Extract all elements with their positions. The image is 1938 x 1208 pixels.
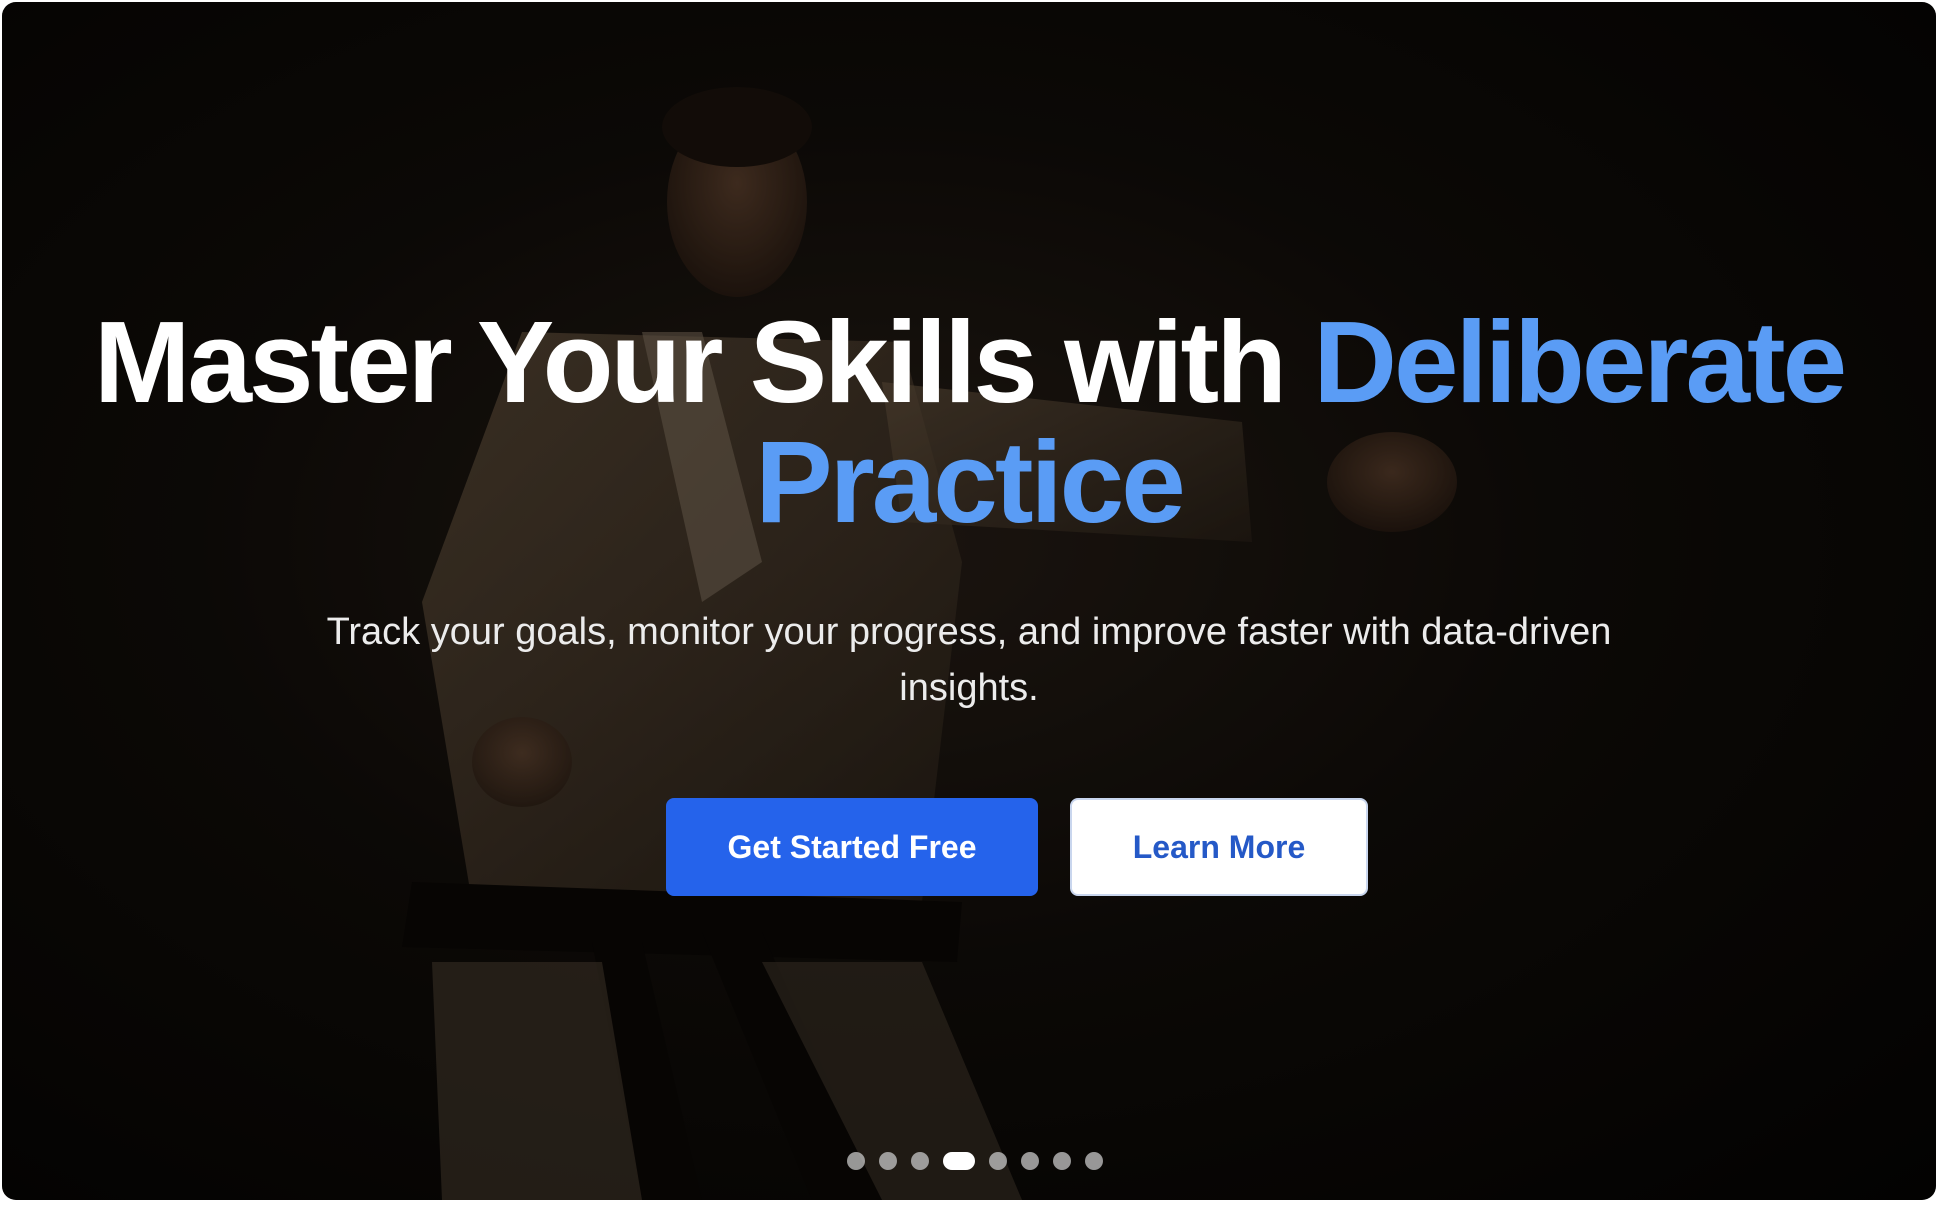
headline-main-text: Master Your Skills with xyxy=(93,297,1314,427)
carousel-indicators xyxy=(2,1152,1936,1170)
carousel-dot-1[interactable] xyxy=(847,1152,865,1170)
hero-subtitle: Track your goals, monitor your progress,… xyxy=(326,611,1612,709)
learn-more-button[interactable]: Learn More xyxy=(1070,798,1368,896)
carousel-dot-5[interactable] xyxy=(989,1152,1007,1170)
cta-group: Get Started Free Learn More xyxy=(2,798,1936,896)
carousel-dot-8[interactable] xyxy=(1085,1152,1103,1170)
hero-content: Master Your Skills with Deliberate Pract… xyxy=(2,302,1936,896)
hero-headline: Master Your Skills with Deliberate Pract… xyxy=(39,302,1899,542)
carousel-dot-3[interactable] xyxy=(911,1152,929,1170)
carousel-dot-6[interactable] xyxy=(1021,1152,1039,1170)
get-started-button[interactable]: Get Started Free xyxy=(666,798,1038,896)
carousel-dot-4-active[interactable] xyxy=(943,1152,975,1170)
carousel-dot-2[interactable] xyxy=(879,1152,897,1170)
hero-section: Master Your Skills with Deliberate Pract… xyxy=(2,2,1936,1200)
carousel-dot-7[interactable] xyxy=(1053,1152,1071,1170)
